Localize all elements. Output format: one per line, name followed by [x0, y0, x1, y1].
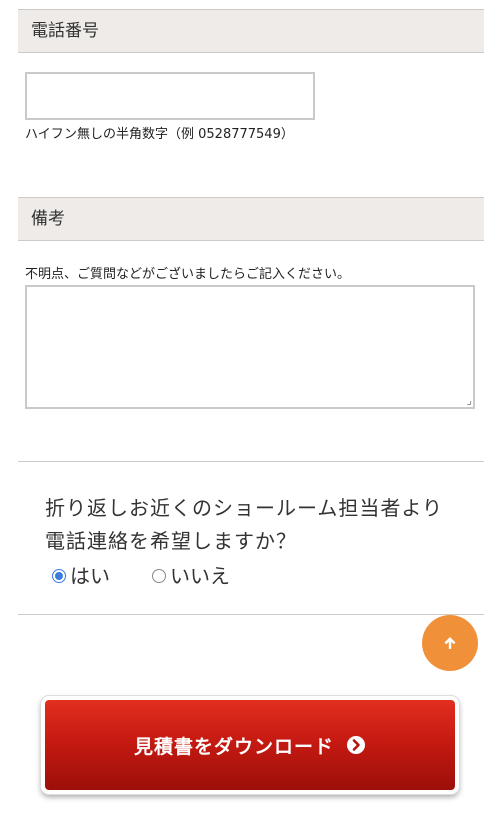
callback-question: 折り返しお近くのショールーム担当者より 電話連絡を希望しますか？: [45, 492, 443, 558]
radio-no-button[interactable]: [152, 568, 166, 583]
notes-textarea[interactable]: [25, 285, 475, 409]
radio-yes-label[interactable]: はい: [70, 560, 110, 589]
scroll-top-button[interactable]: [422, 615, 478, 671]
download-button-label: 見積書をダウンロード: [133, 735, 334, 758]
radio-no-label[interactable]: いいえ: [170, 560, 230, 589]
divider: [18, 461, 484, 462]
arrow-up-icon: [444, 637, 456, 649]
phone-hint: ハイフン無しの半角数字（例 0528777549）: [25, 127, 294, 142]
phone-section-header: 電話番号: [18, 9, 484, 53]
radio-option-no[interactable]: いいえ: [152, 560, 230, 589]
resize-grip-icon[interactable]: [467, 401, 471, 405]
download-estimate-button[interactable]: 見積書をダウンロード: [41, 696, 459, 794]
notes-section-header: 備考: [18, 197, 484, 241]
phone-input[interactable]: [25, 72, 315, 120]
divider: [18, 614, 484, 615]
radio-option-yes[interactable]: はい: [52, 560, 110, 589]
callback-question-line2: 電話連絡を希望しますか？: [45, 529, 297, 553]
callback-question-line1: 折り返しお近くのショールーム担当者より: [45, 496, 443, 520]
radio-yes-button[interactable]: [52, 568, 66, 583]
chevron-right-circle-icon: [346, 735, 366, 755]
phone-section-title: 電話番号: [31, 21, 99, 41]
notes-hint: 不明点、ご質問などがございましたらご記入ください。: [25, 267, 351, 282]
notes-section-title: 備考: [31, 209, 65, 229]
